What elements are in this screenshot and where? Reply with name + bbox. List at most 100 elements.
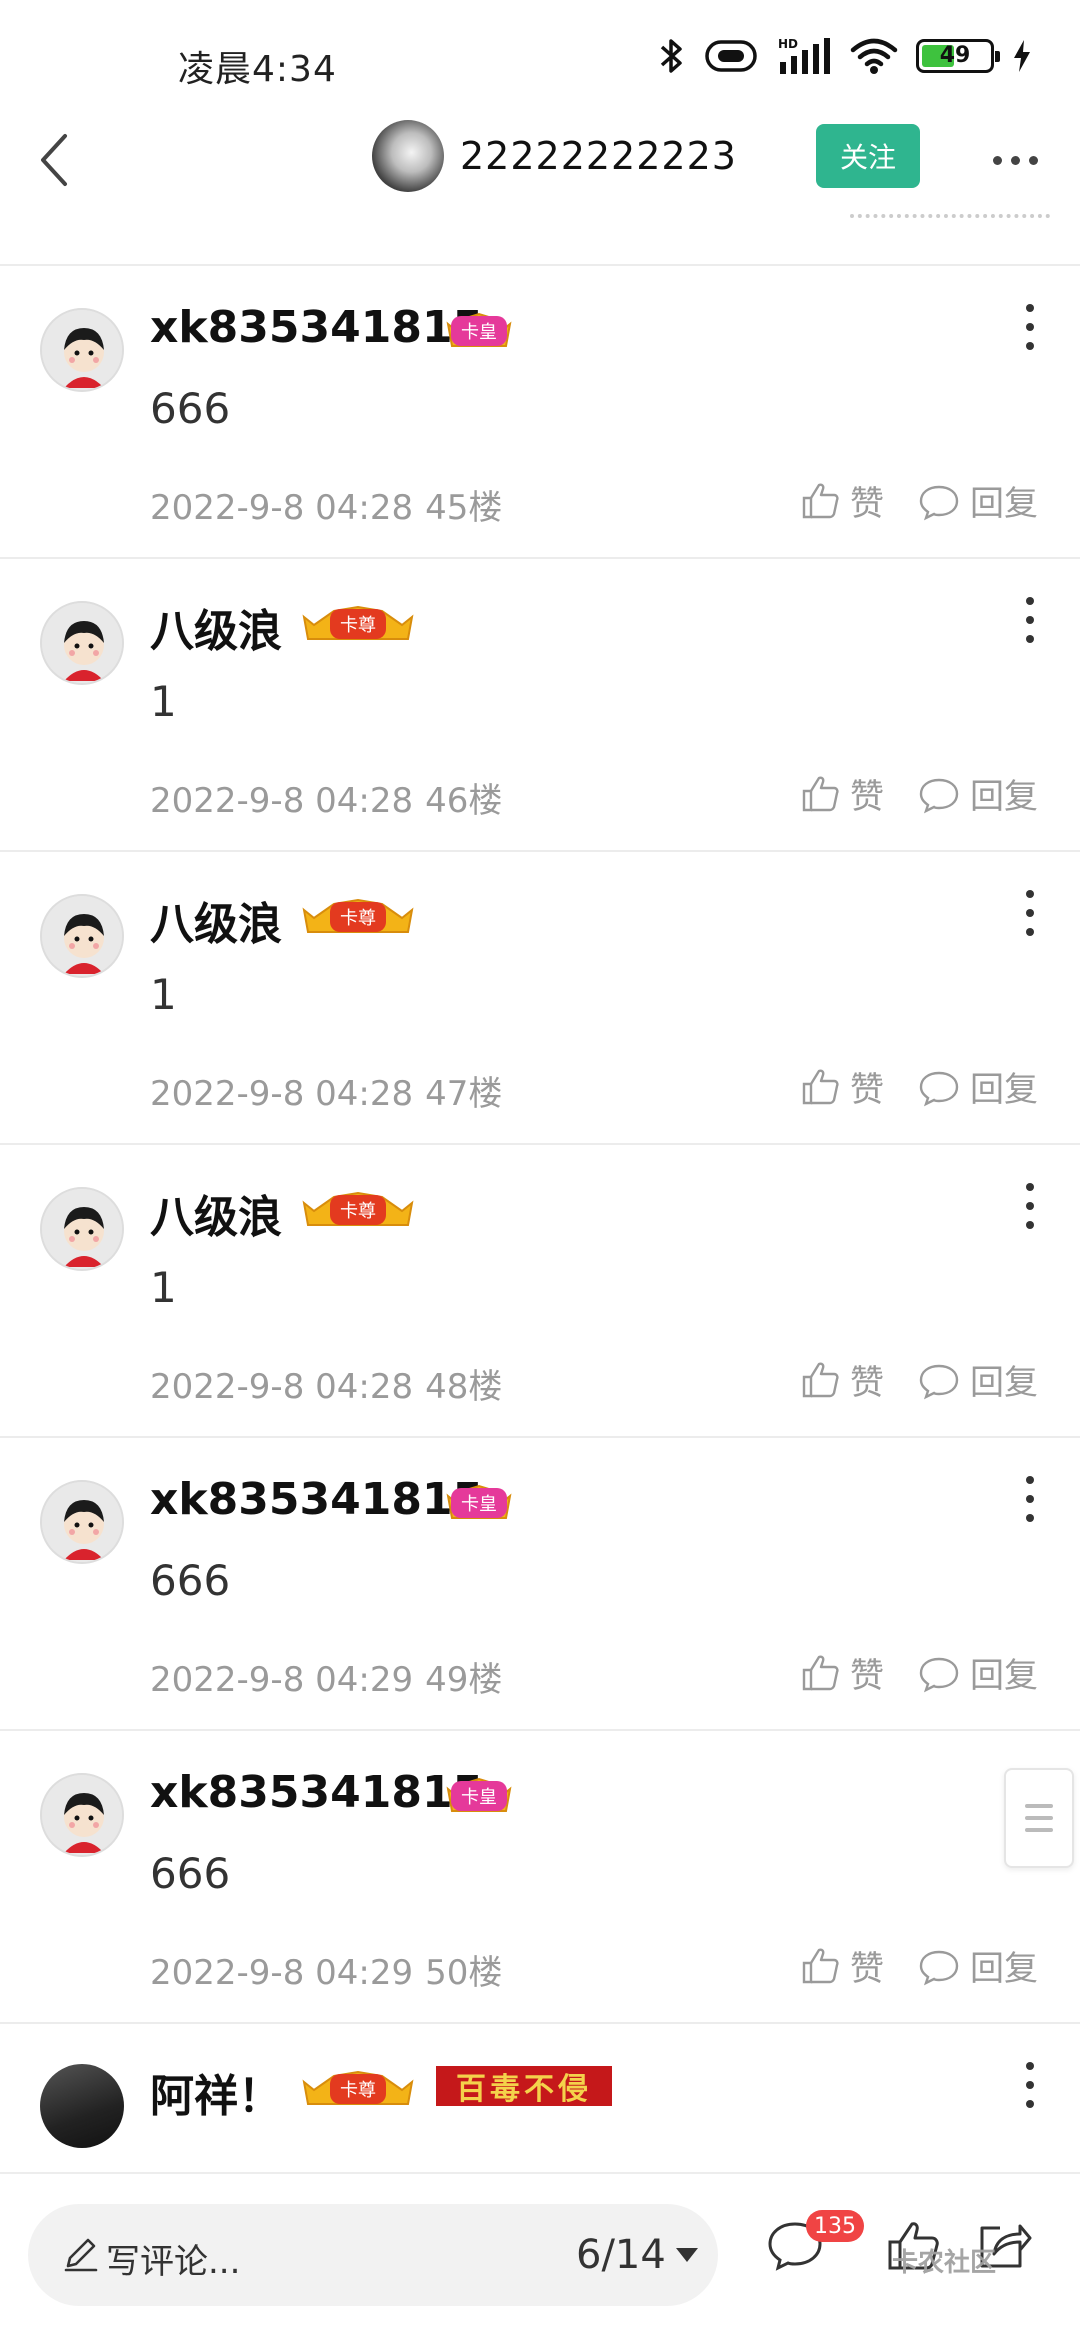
comment-item: xk835341815 卡皇 666 2022-9-8 04:29 50楼 赞: [0, 1729, 1080, 2022]
reply-button[interactable]: 回复: [918, 769, 1038, 818]
battery-icon: 49: [916, 39, 1000, 73]
like-label: 赞: [850, 1949, 884, 1989]
comment-actions: 赞 回复: [800, 1941, 1038, 1990]
like-button[interactable]: 赞: [800, 1648, 884, 1697]
caret-down-icon[interactable]: [676, 2248, 698, 2262]
comment-more-button[interactable]: [1020, 890, 1040, 936]
username[interactable]: 八级浪: [150, 888, 282, 952]
floor-number: 48楼: [425, 1367, 503, 1407]
comment-item: 八级浪 卡尊 1 2022-9-8 04:28 47楼 赞 回复: [0, 850, 1080, 1143]
username[interactable]: 八级浪: [150, 1181, 282, 1245]
comment-input[interactable]: 写评论... 6/14: [28, 2204, 718, 2306]
like-button[interactable]: 赞: [800, 476, 884, 525]
level-badge: 卡尊: [300, 2070, 416, 2108]
avatar[interactable]: [40, 1773, 124, 1857]
bottom-bar: 写评论... 6/14 135 卡农社区: [0, 2172, 1080, 2340]
thumbs-up-icon: [802, 1948, 839, 1983]
comment-meta: 2022-9-8 04:28 45楼: [150, 480, 502, 529]
reply-label: 回复: [970, 1363, 1038, 1403]
author-name[interactable]: 22222222223: [460, 134, 737, 178]
author-avatar[interactable]: [372, 120, 444, 192]
previous-item-actions: [850, 212, 1050, 228]
avatar[interactable]: [40, 308, 124, 392]
comment-actions: 赞 回复: [800, 1355, 1038, 1404]
like-button[interactable]: 赞: [800, 769, 884, 818]
like-button[interactable]: 赞: [800, 1062, 884, 1111]
comment-text: 1: [150, 970, 177, 1019]
like-button[interactable]: 赞: [800, 1355, 884, 1404]
comment-more-button[interactable]: [1020, 1183, 1040, 1229]
comment-more-button[interactable]: [1020, 597, 1040, 643]
vibrate-icon: [705, 40, 757, 72]
comment-actions: 赞 回复: [800, 769, 1038, 818]
header-user[interactable]: 22222222223: [372, 120, 737, 192]
avatar[interactable]: [40, 2064, 124, 2148]
comment-actions: 赞 回复: [800, 476, 1038, 525]
speech-bubble-icon: [919, 1071, 959, 1106]
avatar[interactable]: [40, 1187, 124, 1271]
like-label: 赞: [850, 777, 884, 817]
like-label: 赞: [850, 484, 884, 524]
reply-button[interactable]: 回复: [918, 1648, 1038, 1697]
comment-meta: 2022-9-8 04:28 48楼: [150, 1359, 502, 1408]
floor-number: 49楼: [425, 1660, 503, 1700]
level-badge: 卡尊: [300, 605, 416, 643]
level-badge: 卡尊: [300, 898, 416, 936]
hd-signal-icon: HD: [778, 37, 830, 74]
comment-date: 2022-9-8 04:28: [150, 1074, 414, 1114]
username[interactable]: xk835341815: [150, 1767, 483, 1818]
reply-button[interactable]: 回复: [918, 1941, 1038, 1990]
status-bar: 凌晨4:34 HD 49: [0, 0, 1080, 120]
reply-button[interactable]: 回复: [918, 1355, 1038, 1404]
dot-icon: [992, 155, 1002, 165]
username[interactable]: 八级浪: [150, 595, 282, 659]
title-badge: 百毒不侵: [436, 2066, 612, 2107]
badge-label: 卡皇: [451, 316, 507, 346]
comment-meta: 2022-9-8 04:28 46楼: [150, 773, 502, 822]
dot-icon: [1028, 155, 1038, 165]
post-header: 22222222223 关注: [0, 110, 1080, 210]
speech-bubble-icon: [919, 485, 959, 520]
comment-date: 2022-9-8 04:28: [150, 488, 414, 528]
thumbs-up-icon: [802, 1362, 839, 1397]
like-button[interactable]: 赞: [800, 1941, 884, 1990]
speech-bubble-icon: [919, 1950, 959, 1985]
comment-meta: 2022-9-8 04:29 49楼: [150, 1652, 502, 1701]
status-icons: HD 49: [656, 36, 1032, 76]
comment-more-button[interactable]: [1020, 304, 1040, 350]
badge-label: 卡皇: [451, 1488, 507, 1518]
avatar[interactable]: [40, 894, 124, 978]
username[interactable]: xk835341815: [150, 302, 483, 353]
comment-meta: 2022-9-8 04:28 47楼: [150, 1066, 502, 1115]
comment-more-button[interactable]: [1020, 1476, 1040, 1522]
reply-label: 回复: [970, 1070, 1038, 1110]
like-label: 赞: [850, 1070, 884, 1110]
thumbs-up-icon: [802, 1655, 839, 1690]
fast-scroll-handle[interactable]: [1004, 1768, 1074, 1868]
like-label: 赞: [850, 1363, 884, 1403]
badge-label: 卡尊: [330, 2074, 386, 2104]
reply-button[interactable]: 回复: [918, 1062, 1038, 1111]
reply-button[interactable]: 回复: [918, 476, 1038, 525]
svg-text:HD: HD: [778, 37, 798, 51]
page-indicator[interactable]: 6/14: [576, 2232, 666, 2278]
thumbs-up-icon: [802, 776, 839, 811]
back-button[interactable]: [20, 125, 90, 195]
comment-more-button[interactable]: [1020, 2062, 1040, 2108]
reply-label: 回复: [970, 484, 1038, 524]
avatar[interactable]: [40, 601, 124, 685]
comment-text: 666: [150, 1849, 231, 1898]
username[interactable]: xk835341815: [150, 1474, 483, 1525]
speech-bubble-icon: [919, 1364, 959, 1399]
avatar[interactable]: [40, 1480, 124, 1564]
comment-placeholder: 写评论...: [106, 2242, 241, 2282]
battery-level: 49: [939, 43, 971, 68]
watermark: 卡农社区: [892, 2248, 997, 2278]
floor-number: 46楼: [425, 781, 503, 821]
follow-button[interactable]: 关注: [816, 124, 920, 188]
username[interactable]: 阿祥！: [150, 2060, 282, 2124]
comment-actions: 赞 回复: [800, 1062, 1038, 1111]
more-options-button[interactable]: [980, 140, 1050, 180]
thumbs-up-icon: [802, 1069, 839, 1104]
reply-label: 回复: [970, 1949, 1038, 1989]
